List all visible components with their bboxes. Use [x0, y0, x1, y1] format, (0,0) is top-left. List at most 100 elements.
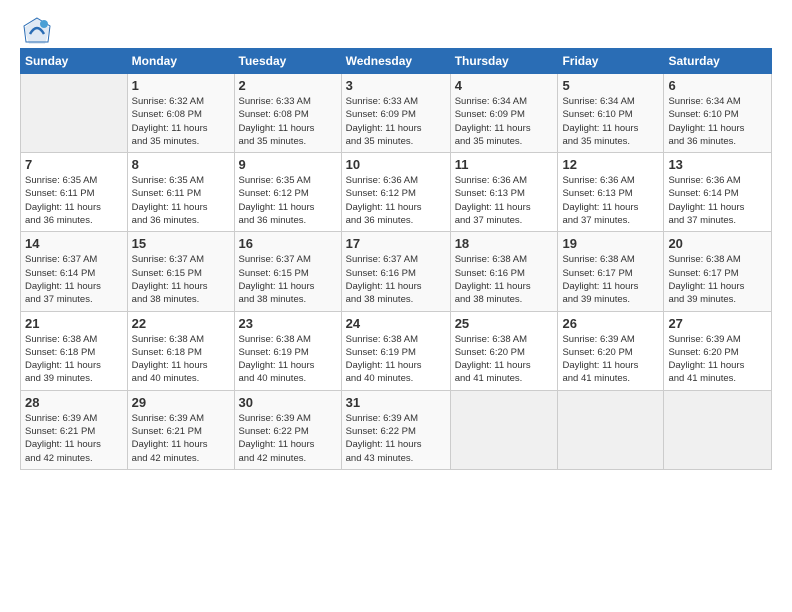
column-header-sunday: Sunday: [21, 49, 128, 74]
day-number: 29: [132, 395, 230, 410]
calendar-cell: 19 Sunrise: 6:38 AM Sunset: 6:17 PM Dayli…: [558, 232, 664, 311]
day-number: 12: [562, 157, 659, 172]
day-number: 6: [668, 78, 767, 93]
calendar-cell: 21Sunrise: 6:38 AM Sunset: 6:18 PM Dayli…: [21, 311, 128, 390]
calendar-cell: 3 Sunrise: 6:33 AM Sunset: 6:09 PM Daylig…: [341, 74, 450, 153]
day-info: Sunrise: 6:38 AM Sunset: 6:17 PM Dayligh…: [668, 253, 767, 306]
calendar-cell: 23 Sunrise: 6:38 AM Sunset: 6:19 PM Dayli…: [234, 311, 341, 390]
day-info: Sunrise: 6:32 AM Sunset: 6:08 PM Dayligh…: [132, 95, 230, 148]
day-number: 15: [132, 236, 230, 251]
day-number: 30: [239, 395, 337, 410]
calendar-cell: 17 Sunrise: 6:37 AM Sunset: 6:16 PM Dayli…: [341, 232, 450, 311]
day-info: Sunrise: 6:38 AM Sunset: 6:19 PM Dayligh…: [346, 333, 446, 386]
day-number: 17: [346, 236, 446, 251]
day-number: 3: [346, 78, 446, 93]
day-number: 25: [455, 316, 554, 331]
column-header-tuesday: Tuesday: [234, 49, 341, 74]
calendar-cell: 11 Sunrise: 6:36 AM Sunset: 6:13 PM Dayli…: [450, 153, 558, 232]
day-info: Sunrise: 6:34 AM Sunset: 6:10 PM Dayligh…: [668, 95, 767, 148]
calendar-cell: 29Sunrise: 6:39 AM Sunset: 6:21 PM Dayli…: [127, 390, 234, 469]
day-info: Sunrise: 6:38 AM Sunset: 6:16 PM Dayligh…: [455, 253, 554, 306]
day-info: Sunrise: 6:36 AM Sunset: 6:12 PM Dayligh…: [346, 174, 446, 227]
calendar-cell: 30Sunrise: 6:39 AM Sunset: 6:22 PM Dayli…: [234, 390, 341, 469]
column-header-row: SundayMondayTuesdayWednesdayThursdayFrid…: [21, 49, 772, 74]
day-number: 27: [668, 316, 767, 331]
week-row-1: 1 Sunrise: 6:32 AM Sunset: 6:08 PM Daylig…: [21, 74, 772, 153]
calendar-cell: 4 Sunrise: 6:34 AM Sunset: 6:09 PM Daylig…: [450, 74, 558, 153]
logo: [20, 16, 52, 40]
day-info: Sunrise: 6:37 AM Sunset: 6:15 PM Dayligh…: [132, 253, 230, 306]
column-header-friday: Friday: [558, 49, 664, 74]
calendar-cell: 16 Sunrise: 6:37 AM Sunset: 6:15 PM Dayli…: [234, 232, 341, 311]
column-header-wednesday: Wednesday: [341, 49, 450, 74]
calendar-cell: 18 Sunrise: 6:38 AM Sunset: 6:16 PM Dayli…: [450, 232, 558, 311]
calendar-cell: 24 Sunrise: 6:38 AM Sunset: 6:19 PM Dayli…: [341, 311, 450, 390]
day-info: Sunrise: 6:36 AM Sunset: 6:13 PM Dayligh…: [455, 174, 554, 227]
calendar-cell: 13 Sunrise: 6:36 AM Sunset: 6:14 PM Dayli…: [664, 153, 772, 232]
day-number: 2: [239, 78, 337, 93]
calendar-cell: 6 Sunrise: 6:34 AM Sunset: 6:10 PM Daylig…: [664, 74, 772, 153]
day-info: Sunrise: 6:33 AM Sunset: 6:09 PM Dayligh…: [346, 95, 446, 148]
logo-icon: [22, 16, 52, 46]
calendar-cell: [21, 74, 128, 153]
week-row-5: 28 Sunrise: 6:39 AM Sunset: 6:21 PM Dayli…: [21, 390, 772, 469]
day-number: 24: [346, 316, 446, 331]
day-number: 22: [132, 316, 230, 331]
day-info: Sunrise: 6:38 AM Sunset: 6:19 PM Dayligh…: [239, 333, 337, 386]
day-number: 5: [562, 78, 659, 93]
calendar-cell: 22 Sunrise: 6:38 AM Sunset: 6:18 PM Dayli…: [127, 311, 234, 390]
calendar-cell: 20Sunrise: 6:38 AM Sunset: 6:17 PM Dayli…: [664, 232, 772, 311]
calendar-cell: 5 Sunrise: 6:34 AM Sunset: 6:10 PM Daylig…: [558, 74, 664, 153]
day-number: 18: [455, 236, 554, 251]
day-info: Sunrise: 6:34 AM Sunset: 6:09 PM Dayligh…: [455, 95, 554, 148]
day-info: Sunrise: 6:36 AM Sunset: 6:13 PM Dayligh…: [562, 174, 659, 227]
day-info: Sunrise: 6:39 AM Sunset: 6:20 PM Dayligh…: [562, 333, 659, 386]
day-number: 23: [239, 316, 337, 331]
calendar-cell: 10 Sunrise: 6:36 AM Sunset: 6:12 PM Dayli…: [341, 153, 450, 232]
calendar-cell: 15 Sunrise: 6:37 AM Sunset: 6:15 PM Dayli…: [127, 232, 234, 311]
column-header-thursday: Thursday: [450, 49, 558, 74]
calendar-cell: 28 Sunrise: 6:39 AM Sunset: 6:21 PM Dayli…: [21, 390, 128, 469]
day-info: Sunrise: 6:33 AM Sunset: 6:08 PM Dayligh…: [239, 95, 337, 148]
day-number: 26: [562, 316, 659, 331]
header: [20, 16, 772, 40]
column-header-monday: Monday: [127, 49, 234, 74]
calendar-cell: 8 Sunrise: 6:35 AM Sunset: 6:11 PM Daylig…: [127, 153, 234, 232]
day-info: Sunrise: 6:37 AM Sunset: 6:15 PM Dayligh…: [239, 253, 337, 306]
day-number: 1: [132, 78, 230, 93]
day-number: 4: [455, 78, 554, 93]
calendar-cell: 7Sunrise: 6:35 AM Sunset: 6:11 PM Daylig…: [21, 153, 128, 232]
calendar-cell: 27Sunrise: 6:39 AM Sunset: 6:20 PM Dayli…: [664, 311, 772, 390]
day-number: 9: [239, 157, 337, 172]
calendar-cell: 14Sunrise: 6:37 AM Sunset: 6:14 PM Dayli…: [21, 232, 128, 311]
day-info: Sunrise: 6:37 AM Sunset: 6:16 PM Dayligh…: [346, 253, 446, 306]
week-row-3: 14Sunrise: 6:37 AM Sunset: 6:14 PM Dayli…: [21, 232, 772, 311]
calendar-table: SundayMondayTuesdayWednesdayThursdayFrid…: [20, 48, 772, 470]
calendar-cell: 12 Sunrise: 6:36 AM Sunset: 6:13 PM Dayli…: [558, 153, 664, 232]
page-container: SundayMondayTuesdayWednesdayThursdayFrid…: [0, 0, 792, 480]
week-row-4: 21Sunrise: 6:38 AM Sunset: 6:18 PM Dayli…: [21, 311, 772, 390]
day-number: 8: [132, 157, 230, 172]
day-number: 11: [455, 157, 554, 172]
day-info: Sunrise: 6:38 AM Sunset: 6:17 PM Dayligh…: [562, 253, 659, 306]
day-number: 14: [25, 236, 123, 251]
day-info: Sunrise: 6:39 AM Sunset: 6:21 PM Dayligh…: [25, 412, 123, 465]
week-row-2: 7Sunrise: 6:35 AM Sunset: 6:11 PM Daylig…: [21, 153, 772, 232]
day-number: 13: [668, 157, 767, 172]
day-info: Sunrise: 6:38 AM Sunset: 6:18 PM Dayligh…: [132, 333, 230, 386]
day-info: Sunrise: 6:34 AM Sunset: 6:10 PM Dayligh…: [562, 95, 659, 148]
calendar-cell: 9Sunrise: 6:35 AM Sunset: 6:12 PM Daylig…: [234, 153, 341, 232]
calendar-cell: 25Sunrise: 6:38 AM Sunset: 6:20 PM Dayli…: [450, 311, 558, 390]
calendar-cell: 2 Sunrise: 6:33 AM Sunset: 6:08 PM Daylig…: [234, 74, 341, 153]
day-number: 28: [25, 395, 123, 410]
day-info: Sunrise: 6:35 AM Sunset: 6:11 PM Dayligh…: [132, 174, 230, 227]
day-info: Sunrise: 6:36 AM Sunset: 6:14 PM Dayligh…: [668, 174, 767, 227]
calendar-cell: [664, 390, 772, 469]
column-header-saturday: Saturday: [664, 49, 772, 74]
calendar-cell: 31Sunrise: 6:39 AM Sunset: 6:22 PM Dayli…: [341, 390, 450, 469]
day-number: 31: [346, 395, 446, 410]
day-number: 10: [346, 157, 446, 172]
day-info: Sunrise: 6:38 AM Sunset: 6:18 PM Dayligh…: [25, 333, 123, 386]
day-number: 19: [562, 236, 659, 251]
day-number: 16: [239, 236, 337, 251]
